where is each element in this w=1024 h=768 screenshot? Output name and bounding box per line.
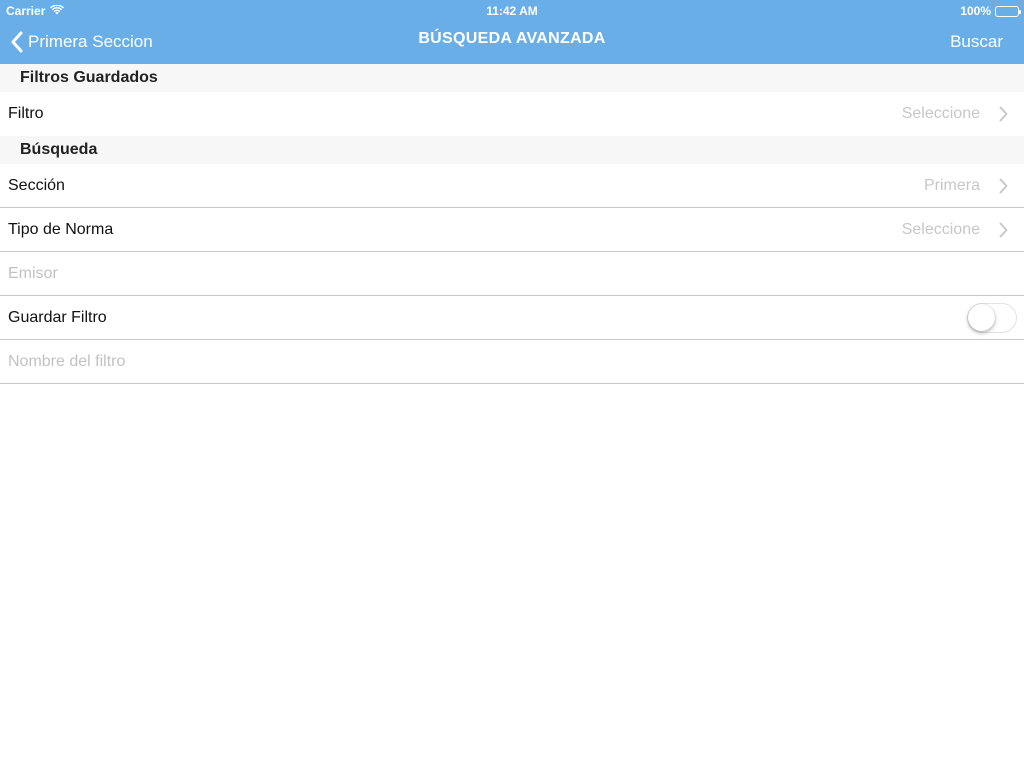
- norm-type-row[interactable]: Tipo de Norma Seleccione: [0, 208, 1024, 252]
- filter-name-field[interactable]: Nombre del filtro: [0, 340, 1024, 384]
- search-button[interactable]: Buscar: [950, 32, 1003, 52]
- save-filter-row: Guardar Filtro: [0, 296, 1024, 340]
- toggle-knob: [968, 304, 995, 331]
- section-header-saved-filters: Filtros Guardados: [0, 64, 1024, 92]
- save-filter-toggle[interactable]: [967, 303, 1017, 333]
- status-bar: Carrier 11:42 AM 100%: [0, 0, 1024, 20]
- filter-name-placeholder: Nombre del filtro: [8, 353, 126, 370]
- issuer-field[interactable]: Emisor: [0, 252, 1024, 296]
- save-filter-label: Guardar Filtro: [8, 309, 107, 326]
- battery-status: 100%: [960, 4, 1021, 18]
- section-value: Primera: [923, 177, 980, 194]
- filter-label: Filtro: [8, 105, 44, 122]
- section-header-search: Búsqueda: [0, 136, 1024, 164]
- page-title: BÚSQUEDA AVANZADA: [418, 30, 606, 47]
- filter-value: Seleccione: [901, 105, 980, 122]
- navigation-bar: Primera Seccion BÚSQUEDA AVANZADA Buscar: [0, 20, 1024, 64]
- issuer-placeholder: Emisor: [8, 265, 58, 282]
- norm-type-value: Seleccione: [901, 221, 980, 238]
- top-bar: Carrier 11:42 AM 100% Primera Seccion BÚ…: [0, 0, 1024, 64]
- chevron-right-icon: [999, 178, 1008, 199]
- chevron-right-icon: [999, 106, 1008, 127]
- chevron-right-icon: [999, 222, 1008, 243]
- filter-row[interactable]: Filtro Seleccione: [0, 92, 1024, 136]
- section-row[interactable]: Sección Primera: [0, 164, 1024, 208]
- section-label: Sección: [8, 177, 65, 194]
- norm-type-label: Tipo de Norma: [8, 221, 114, 238]
- battery-percent: 100%: [960, 4, 991, 18]
- status-time: 11:42 AM: [486, 4, 538, 18]
- battery-icon: [995, 5, 1021, 17]
